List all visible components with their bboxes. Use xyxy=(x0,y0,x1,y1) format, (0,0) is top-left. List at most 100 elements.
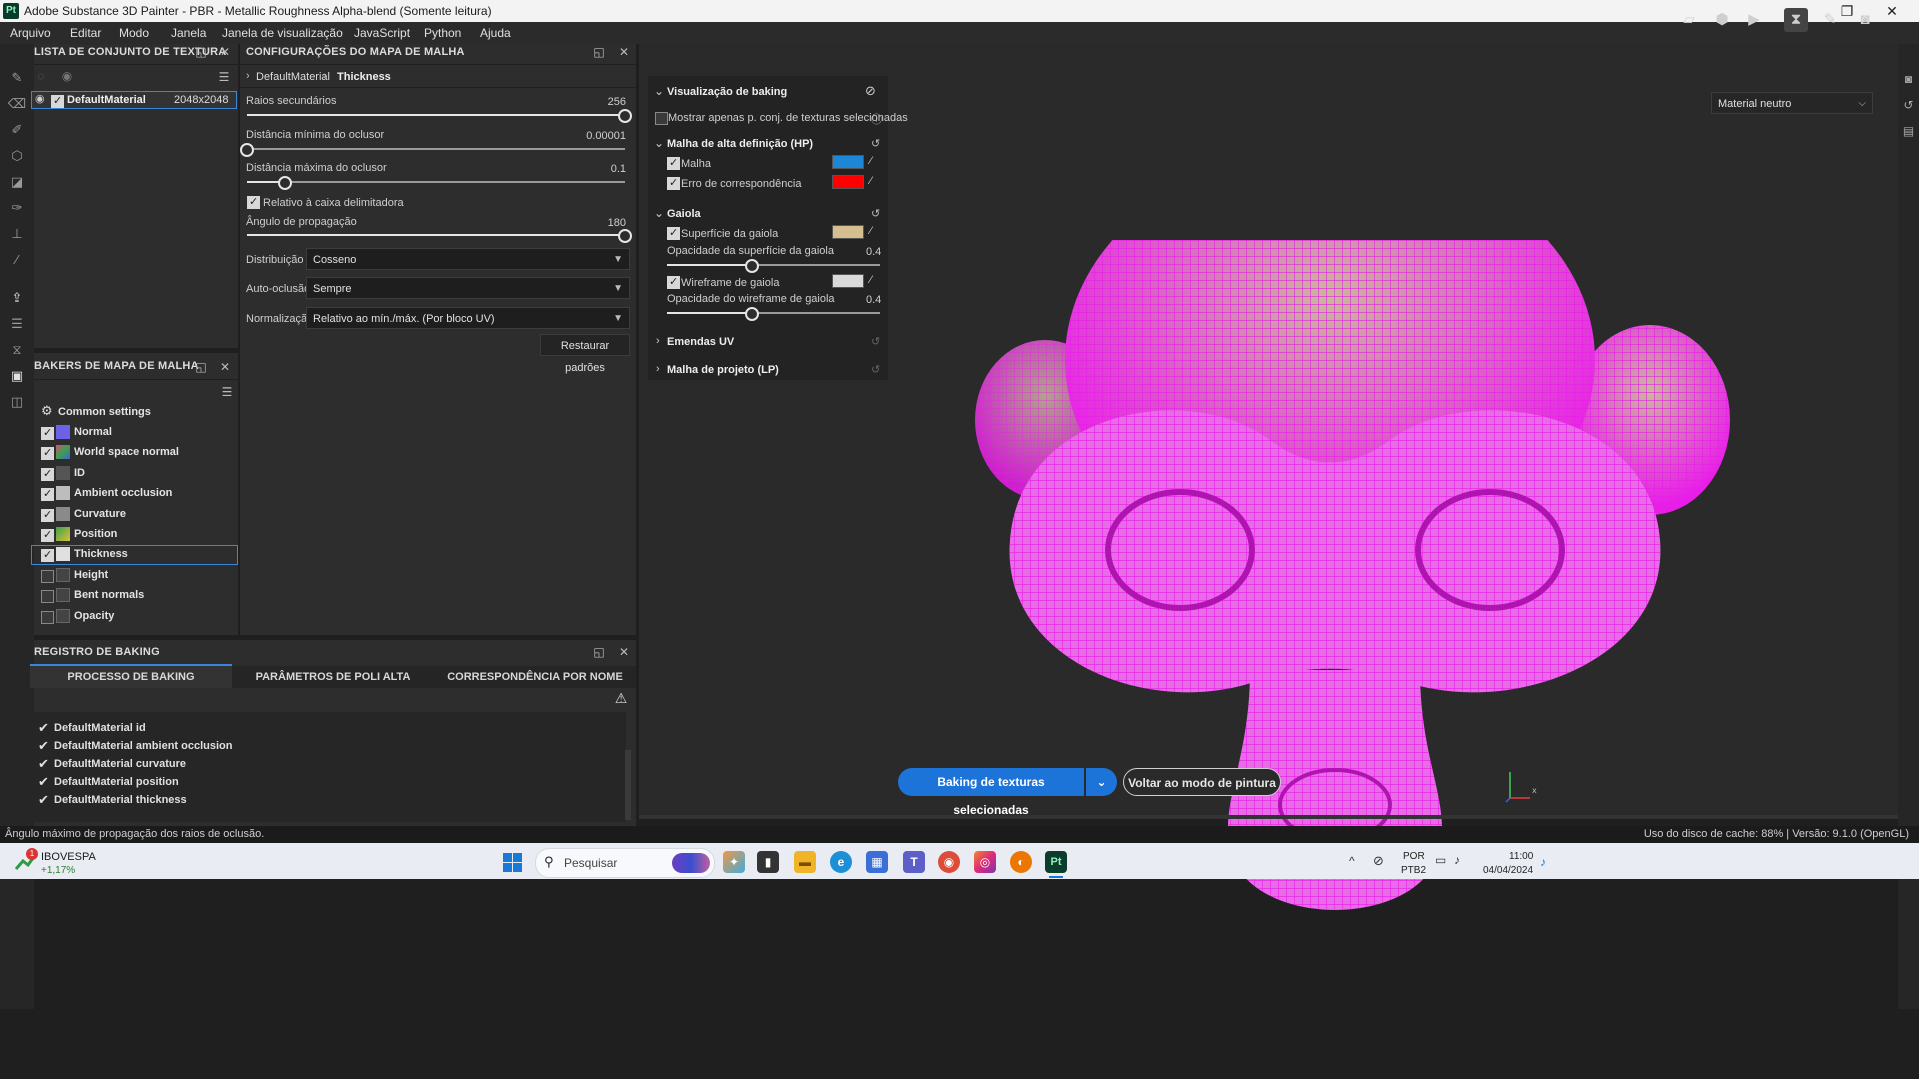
network-off-icon[interactable]: ⊘ xyxy=(1373,853,1384,869)
hp-mesh-checkbox[interactable] xyxy=(667,156,680,170)
baker-item-id[interactable]: ID xyxy=(36,464,240,484)
blender-icon[interactable]: ◐ xyxy=(1010,851,1032,873)
baker-checkbox[interactable] xyxy=(41,528,54,542)
normalization-select[interactable]: Relativo ao mín./máx. (Por bloco UV) ▼ xyxy=(306,307,630,329)
tab-name-matching[interactable]: CORRESPONDÊNCIA POR NOME xyxy=(434,666,636,688)
windows-start-icon[interactable] xyxy=(503,853,523,873)
baker-item-normal[interactable]: Normal xyxy=(36,423,240,443)
hp-error-color[interactable] xyxy=(832,175,864,189)
baker-item-thickness[interactable]: Thickness xyxy=(31,545,238,565)
reset-icon[interactable]: ↺ xyxy=(871,363,880,376)
store-icon[interactable]: ▦ xyxy=(866,851,888,873)
eye-off-icon[interactable]: ⊘ xyxy=(865,83,876,99)
menu-janela[interactable]: Janela xyxy=(171,26,206,40)
reset-icon[interactable]: ↺ xyxy=(871,335,880,348)
menu-python[interactable]: Python xyxy=(424,26,461,40)
tab-high-poly-params[interactable]: PARÂMETROS DE POLI ALTA xyxy=(232,666,434,688)
info-icon[interactable]: ⓘ xyxy=(871,111,882,127)
export-icon[interactable]: ⇪ xyxy=(7,288,27,308)
close-panel-icon[interactable]: ✕ xyxy=(217,44,233,60)
lp-section-title[interactable]: Malha de projeto (LP) xyxy=(667,364,779,376)
min-occluder-slider[interactable] xyxy=(247,148,625,150)
max-occluder-value[interactable]: 0.1 xyxy=(611,163,626,175)
copilot-icon[interactable]: ✦ xyxy=(723,851,745,873)
log-icon[interactable]: ▤ xyxy=(1900,122,1917,140)
undock-icon[interactable]: ◱ xyxy=(591,44,607,60)
tab-baking-process[interactable]: PROCESSO DE BAKING xyxy=(30,666,232,688)
chevron-down-icon[interactable]: ⌄ xyxy=(654,136,664,150)
close-window-button[interactable]: ✕ xyxy=(1872,2,1912,20)
baker-checkbox[interactable] xyxy=(41,548,54,562)
polygon-fill-icon[interactable]: ◪ xyxy=(7,172,27,192)
baker-checkbox[interactable] xyxy=(41,611,54,624)
display-icon[interactable]: ◙ xyxy=(1900,70,1917,88)
history-icon[interactable]: ↺ xyxy=(1900,96,1917,114)
teams-icon[interactable]: T xyxy=(903,851,925,873)
visibility-off-icon[interactable]: ◌ xyxy=(33,68,49,84)
close-panel-icon[interactable]: ✕ xyxy=(217,359,233,375)
distribution-select[interactable]: Cosseno ▼ xyxy=(306,248,630,270)
warning-icon[interactable]: ⚠ xyxy=(612,690,630,708)
baker-checkbox[interactable] xyxy=(41,426,54,440)
texture-set-icon[interactable]: ▣ xyxy=(7,366,27,386)
menu-lines-icon[interactable]: ☰ xyxy=(216,69,232,85)
eyedropper-icon[interactable]: ⁄ xyxy=(870,155,872,167)
baker-checkbox[interactable] xyxy=(41,446,54,460)
notification-bell-icon[interactable]: ♪ xyxy=(1540,855,1546,869)
paint-mode-icon[interactable]: ✎ xyxy=(1818,8,1842,32)
cage-wireframe-checkbox[interactable] xyxy=(667,275,680,289)
stock-name[interactable]: IBOVESPA xyxy=(41,851,96,863)
chevron-right-icon[interactable]: › xyxy=(656,335,660,347)
eyedropper-icon[interactable]: ⁄ xyxy=(870,274,872,286)
uv-seams-title[interactable]: Emendas UV xyxy=(667,336,734,348)
baker-item-bent-normals[interactable]: Bent normals xyxy=(36,586,240,606)
max-occluder-slider[interactable] xyxy=(247,181,625,183)
eye-icon[interactable]: ◉ xyxy=(59,68,75,84)
chevron-down-icon[interactable]: ⌄ xyxy=(654,206,664,220)
baker-checkbox[interactable] xyxy=(41,487,54,501)
eraser-icon[interactable]: ⌫ xyxy=(7,94,27,114)
cage-surface-checkbox[interactable] xyxy=(667,226,680,240)
texture-set-checkbox[interactable] xyxy=(51,94,64,108)
paint-brush-icon[interactable]: ✎ xyxy=(7,68,27,88)
undock-icon[interactable]: ◱ xyxy=(591,644,607,660)
spread-angle-handle[interactable] xyxy=(618,229,632,243)
clock-date[interactable]: 04/04/2024 xyxy=(1483,865,1533,876)
keyboard-layout[interactable]: PTB2 xyxy=(1401,865,1426,876)
baker-item-height[interactable]: Height xyxy=(36,566,240,586)
close-panel-icon[interactable]: ✕ xyxy=(616,44,632,60)
menu-javascript[interactable]: JavaScript xyxy=(354,26,410,40)
selection-mode-icon[interactable]: ▱ xyxy=(1677,8,1701,32)
cage-surface-color[interactable] xyxy=(832,225,864,239)
self-occlusion-select[interactable]: Sempre ▼ xyxy=(306,277,630,299)
app-icon[interactable]: ▮ xyxy=(757,851,779,873)
menu-ajuda[interactable]: Ajuda xyxy=(480,26,511,40)
substance-painter-taskbar-icon[interactable]: Pt xyxy=(1045,851,1067,873)
close-panel-icon[interactable]: ✕ xyxy=(616,644,632,660)
eyedropper-icon[interactable]: ⁄ xyxy=(870,225,872,237)
screenshot-icon[interactable]: ◙ xyxy=(1853,8,1877,32)
show-selected-checkbox[interactable] xyxy=(655,112,668,125)
log-scrollbar[interactable] xyxy=(625,750,631,820)
camera-icon[interactable]: ▶ xyxy=(1742,8,1766,32)
clone-stamp-icon[interactable]: ⊥ xyxy=(7,224,27,244)
bake-mode-icon[interactable]: ⧗ xyxy=(1784,8,1808,32)
baker-checkbox[interactable] xyxy=(41,508,54,522)
restore-defaults-button[interactable]: Restaurar padrões xyxy=(540,334,630,374)
chevron-right-icon[interactable]: › xyxy=(656,363,660,375)
color-picker-icon[interactable]: ⁄ xyxy=(7,250,27,270)
menu-editar[interactable]: Editar xyxy=(70,26,101,40)
menu-arquivo[interactable]: Arquivo xyxy=(10,26,51,40)
common-settings-row[interactable]: ⚙ Common settings xyxy=(36,403,240,421)
breadcrumb-root[interactable]: DefaultMaterial xyxy=(256,71,330,83)
baker-checkbox[interactable] xyxy=(41,570,54,583)
language-indicator[interactable]: POR xyxy=(1403,851,1425,862)
undock-icon[interactable]: ◱ xyxy=(193,44,209,60)
hp-error-checkbox[interactable] xyxy=(667,176,680,190)
display-settings-icon[interactable]: ◫ xyxy=(7,392,27,412)
chrome-icon[interactable]: ◉ xyxy=(938,851,960,873)
cage-surface-opacity-value[interactable]: 0.4 xyxy=(866,246,881,258)
baker-checkbox[interactable] xyxy=(41,590,54,603)
return-to-paint-button[interactable]: Voltar ao modo de pintura xyxy=(1123,768,1281,796)
hp-mesh-color[interactable] xyxy=(832,155,864,169)
